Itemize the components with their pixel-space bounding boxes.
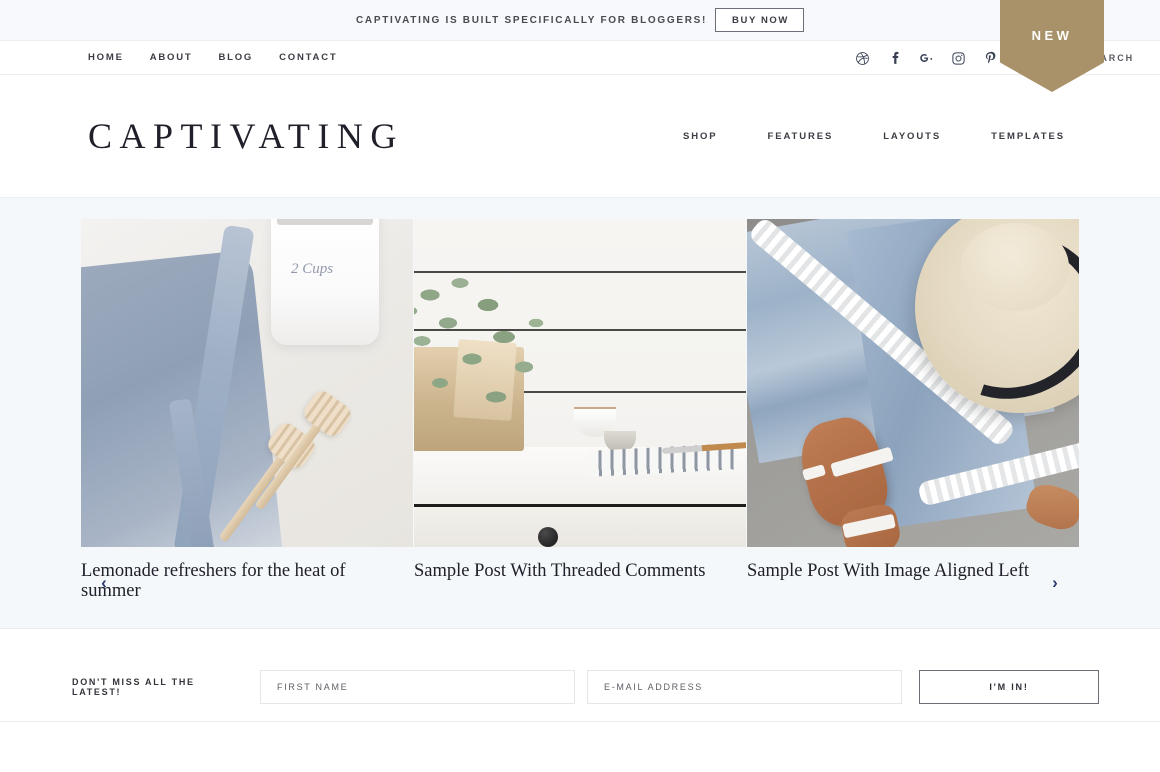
main-nav-item-layouts[interactable]: LAYOUTS	[883, 131, 941, 142]
page-root: CAPTIVATING IS BUILT SPECIFICALLY FOR BL…	[0, 0, 1160, 772]
site-header: CAPTIVATING SHOP FEATURES LAYOUTS TEMPLA…	[0, 75, 1160, 197]
promo-bar: CAPTIVATING IS BUILT SPECIFICALLY FOR BL…	[0, 0, 1160, 41]
slide-thumbnail[interactable]	[414, 219, 746, 547]
slide-title[interactable]: Sample Post With Image Aligned Left	[747, 561, 1047, 581]
newsletter-submit-button[interactable]: I'M IN!	[919, 669, 1099, 704]
new-ribbon-label: NEW	[1031, 28, 1073, 43]
newsletter-label: DON'T MISS ALL THE LATEST!	[72, 676, 195, 697]
main-nav-item-templates[interactable]: TEMPLATES	[991, 131, 1065, 142]
email-input[interactable]	[587, 669, 902, 704]
slider-next-arrow[interactable]: ›	[1044, 571, 1066, 595]
main-nav-item-features[interactable]: FEATURES	[768, 131, 834, 142]
honey-dippers-photo	[81, 219, 413, 547]
nav-item-contact[interactable]: CONTACT	[279, 52, 337, 63]
slider-prev-arrow[interactable]: ‹	[93, 571, 115, 595]
first-name-input[interactable]	[260, 669, 575, 704]
nav-item-about[interactable]: ABOUT	[150, 52, 193, 63]
utility-nav-bar: HOME ABOUT BLOG CONTACT SEARCH	[0, 41, 1160, 75]
site-logo[interactable]: CAPTIVATING	[88, 115, 404, 157]
slider-track: Lemonade refreshers for the heat of summ…	[81, 219, 1079, 602]
slide-title[interactable]: Sample Post With Threaded Comments	[414, 561, 714, 581]
slide-item[interactable]: Sample Post With Threaded Comments	[414, 219, 746, 602]
slide-thumbnail[interactable]	[81, 219, 413, 547]
dribbble-icon[interactable]	[855, 50, 871, 66]
nav-item-home[interactable]: HOME	[88, 52, 124, 63]
promo-text: CAPTIVATING IS BUILT SPECIFICALLY FOR BL…	[356, 14, 708, 26]
beach-hat-sandals-photo	[747, 219, 1079, 547]
pinterest-icon[interactable]	[983, 50, 999, 66]
google-plus-icon[interactable]	[919, 50, 935, 66]
slide-item[interactable]: Sample Post With Image Aligned Left	[747, 219, 1079, 602]
main-nav: SHOP FEATURES LAYOUTS TEMPLATES	[683, 75, 1065, 197]
nav-item-blog[interactable]: BLOG	[218, 52, 253, 63]
slide-item[interactable]: Lemonade refreshers for the heat of summ…	[81, 219, 413, 602]
featured-slider: ‹ › Lemonade refreshers for the heat of …	[0, 197, 1160, 628]
instagram-icon[interactable]	[951, 50, 967, 66]
kitchen-counter-photo	[414, 219, 746, 547]
slide-title[interactable]: Lemonade refreshers for the heat of summ…	[81, 561, 381, 602]
slide-thumbnail[interactable]	[747, 219, 1079, 547]
newsletter-section: DON'T MISS ALL THE LATEST! I'M IN!	[0, 628, 1160, 744]
footer-divider	[0, 721, 1160, 722]
buy-now-button[interactable]: BUY NOW	[715, 7, 804, 33]
utility-nav: HOME ABOUT BLOG CONTACT	[88, 52, 337, 63]
main-nav-item-shop[interactable]: SHOP	[683, 131, 718, 142]
facebook-icon[interactable]	[887, 50, 903, 66]
